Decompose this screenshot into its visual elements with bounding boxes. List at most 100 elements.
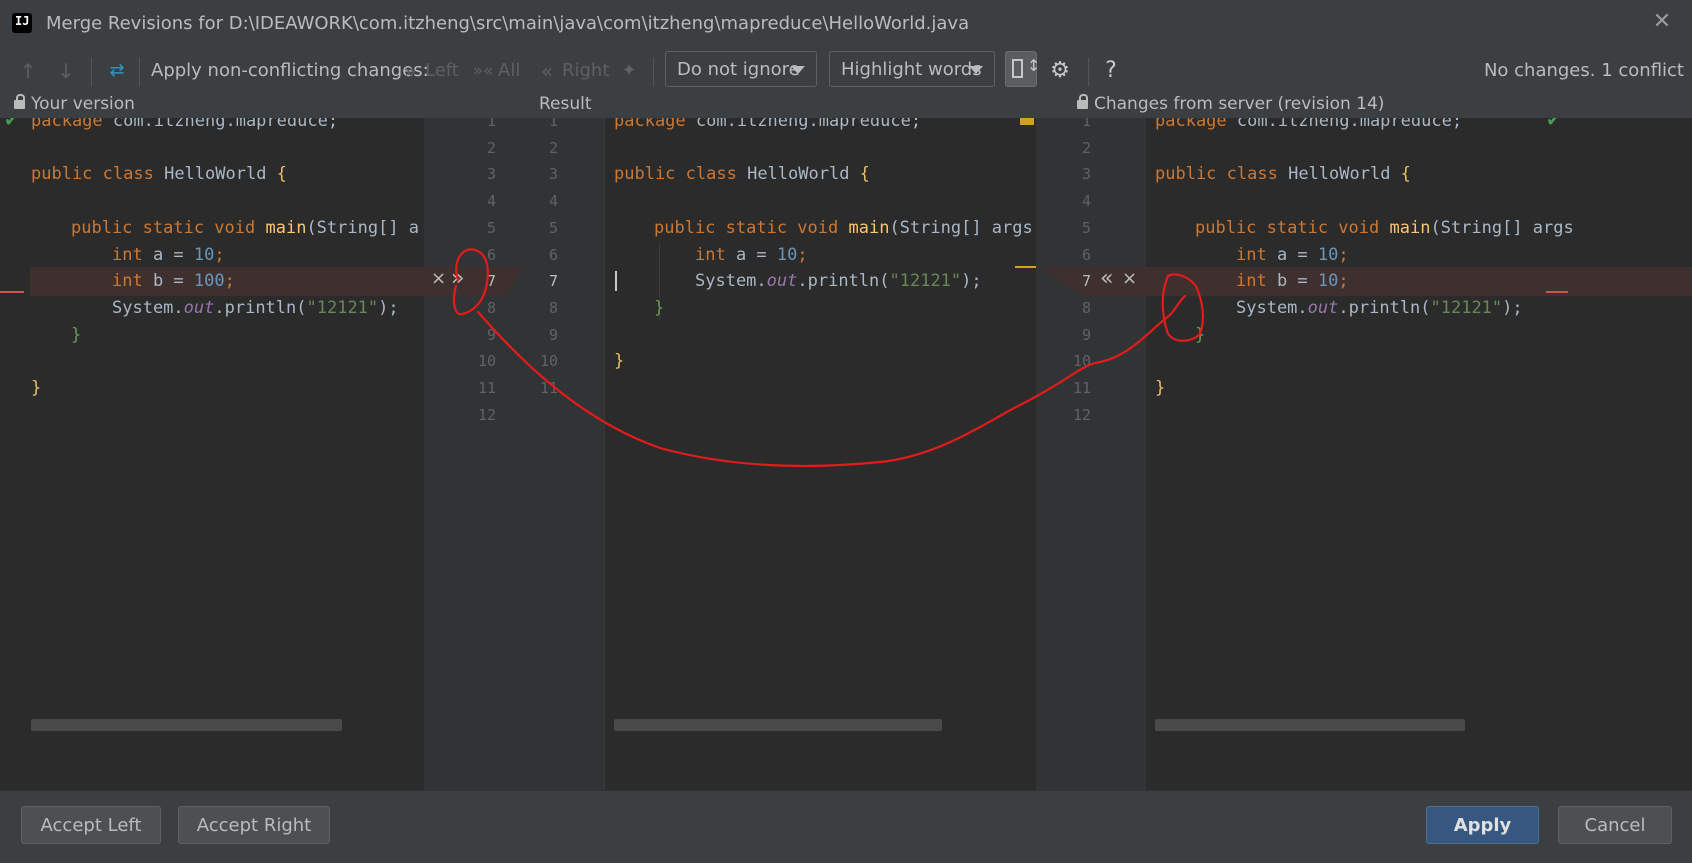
line-number: 3 bbox=[548, 165, 558, 183]
line-number: 8 bbox=[548, 299, 558, 317]
compare-mode-icon[interactable]: ⇄ bbox=[104, 58, 130, 84]
line-number: 8 bbox=[1081, 299, 1091, 317]
line-number: 12 bbox=[477, 406, 496, 424]
synchronize-scrolling-toggle[interactable]: ↕ bbox=[1005, 51, 1041, 87]
code-line-5: public static void main(String[] args) bbox=[654, 218, 1037, 238]
conflict-stripe-marker bbox=[0, 291, 24, 293]
code-line-6: int a = 10; bbox=[1236, 245, 1349, 265]
left-panel-header: Your version bbox=[14, 94, 135, 114]
lock-icon bbox=[14, 94, 25, 109]
line-number: 6 bbox=[548, 246, 558, 264]
code-line-9: } bbox=[71, 325, 82, 345]
code-line-8: System.out.println("12121"); bbox=[112, 298, 399, 318]
apply-right-button[interactable]: Right bbox=[562, 60, 609, 81]
highlighting-mode-select[interactable]: Highlight words bbox=[829, 51, 995, 87]
result-editor[interactable]: package com.itzheng.mapreduce; public cl… bbox=[604, 118, 1037, 790]
code-line-11: } bbox=[31, 378, 42, 398]
line-number: 4 bbox=[1081, 192, 1091, 210]
line-number: 9 bbox=[548, 326, 558, 344]
line-number: 8 bbox=[486, 299, 496, 317]
code-line-11: } bbox=[1155, 378, 1166, 398]
cancel-button[interactable]: Cancel bbox=[1558, 806, 1672, 844]
left-merge-gutter: × » 1 2 3 4 5 6 7 8 9 10 11 12 1 2 3 4 5… bbox=[424, 118, 604, 790]
sync-scroll-columns-icon bbox=[1012, 59, 1023, 78]
apply-left-double-chevron-icon[interactable]: » bbox=[399, 58, 421, 84]
lock-icon bbox=[1077, 94, 1088, 109]
magic-wand-resolve-icon[interactable]: ✦ bbox=[616, 58, 642, 84]
line-number: 6 bbox=[1081, 246, 1091, 264]
sync-scroll-arrows-icon: ↕ bbox=[1027, 56, 1041, 75]
right-panel-title: Changes from server (revision 14) bbox=[1094, 94, 1385, 114]
line-number: 11 bbox=[539, 379, 558, 397]
close-window-icon[interactable]: ✕ bbox=[1650, 10, 1674, 34]
apply-all-chevrons-icon[interactable]: »« bbox=[470, 58, 496, 84]
line-number: 10 bbox=[477, 352, 496, 370]
line-number: 2 bbox=[486, 139, 496, 157]
apply-all-button[interactable]: All bbox=[498, 60, 520, 81]
code-line-7-conflict: int b = 10; bbox=[1236, 271, 1349, 291]
next-difference-arrow-down-icon[interactable]: ↓ bbox=[53, 58, 79, 84]
horizontal-scrollbar[interactable] bbox=[614, 719, 942, 731]
merge-toolbar: ↑ ↓ ⇄ Apply non-conflicting changes: » L… bbox=[0, 46, 1692, 96]
code-line-5: public static void main(String[] a bbox=[71, 218, 420, 238]
apply-left-button[interactable]: Left bbox=[425, 60, 459, 81]
center-panel-title: Result bbox=[539, 94, 592, 114]
line-number: 11 bbox=[1072, 379, 1091, 397]
accept-left-button[interactable]: Accept Left bbox=[21, 806, 161, 844]
apply-right-change-icon[interactable]: « bbox=[1100, 266, 1113, 291]
code-line-3: public class HelloWorld { bbox=[31, 164, 287, 184]
apply-button[interactable]: Apply bbox=[1426, 806, 1539, 844]
code-line-6: int a = 10; bbox=[112, 245, 225, 265]
conflict-stripe-marker bbox=[1546, 291, 1568, 293]
line-number: 11 bbox=[477, 379, 496, 397]
line-number: 7 bbox=[486, 272, 496, 290]
line-number: 2 bbox=[1081, 139, 1091, 157]
whitespace-ignore-value: Do not ignore bbox=[677, 59, 800, 80]
settings-gear-icon[interactable]: ⚙ bbox=[1047, 58, 1073, 84]
horizontal-scrollbar[interactable] bbox=[31, 719, 342, 731]
code-line-8: } bbox=[654, 298, 665, 318]
chevron-down-icon bbox=[791, 66, 805, 74]
dialog-button-bar: Accept Left Accept Right Apply Cancel bbox=[0, 790, 1692, 863]
line-number: 6 bbox=[486, 246, 496, 264]
check-icon: ✔ bbox=[4, 118, 20, 131]
reject-right-change-icon[interactable]: × bbox=[1122, 268, 1137, 289]
conflict-status-square-icon bbox=[1020, 118, 1034, 125]
line-number: 10 bbox=[1072, 352, 1091, 370]
toolbar-separator bbox=[653, 58, 654, 86]
right-panel-header: Changes from server (revision 14) bbox=[1077, 94, 1384, 114]
line-number: 7 bbox=[1081, 272, 1091, 290]
toolbar-separator bbox=[91, 58, 92, 86]
intellij-app-icon: IJ bbox=[10, 11, 34, 35]
line-number: 9 bbox=[1081, 326, 1091, 344]
line-number: 5 bbox=[486, 219, 496, 237]
help-question-icon[interactable]: ? bbox=[1098, 58, 1124, 84]
code-line-3: public class HelloWorld { bbox=[1155, 164, 1411, 184]
text-caret bbox=[615, 271, 617, 291]
toolbar-separator bbox=[1088, 58, 1089, 86]
code-line-1: package com.itzheng.mapreduce; bbox=[31, 118, 339, 131]
apply-right-double-chevron-icon[interactable]: « bbox=[536, 58, 558, 84]
panel-headers: Your version Result Changes from server … bbox=[0, 94, 1692, 119]
code-line-1: package com.itzheng.mapreduce; bbox=[1155, 118, 1463, 131]
line-number: 10 bbox=[539, 352, 558, 370]
code-line-7-conflict: int b = 100; bbox=[112, 271, 235, 291]
right-merge-gutter: 1 2 3 4 5 6 7 8 9 10 11 12 « × bbox=[1036, 118, 1146, 790]
whitespace-ignore-select[interactable]: Do not ignore bbox=[665, 51, 817, 87]
code-line-6: int a = 10; bbox=[695, 245, 808, 265]
horizontal-scrollbar[interactable] bbox=[1155, 719, 1465, 731]
previous-difference-arrow-up-icon[interactable]: ↑ bbox=[15, 58, 41, 84]
line-number: 4 bbox=[548, 192, 558, 210]
reject-left-change-icon[interactable]: × bbox=[431, 268, 446, 289]
window-title-bar: IJ Merge Revisions for D:\IDEAWORK\com.i… bbox=[0, 0, 1692, 47]
code-line-10: } bbox=[614, 351, 625, 371]
highlighting-mode-value: Highlight words bbox=[841, 59, 982, 80]
chevron-down-icon bbox=[969, 66, 983, 74]
right-editor-server-version[interactable]: ✔ package com.itzheng.mapreduce; public … bbox=[1146, 118, 1692, 790]
left-editor-your-version[interactable]: ✔ package com.itzheng.mapreduce; public … bbox=[0, 118, 424, 790]
window-title: Merge Revisions for D:\IDEAWORK\com.itzh… bbox=[46, 13, 970, 34]
accept-right-button[interactable]: Accept Right bbox=[178, 806, 330, 844]
conflict-connector-left bbox=[424, 267, 524, 296]
toolbar-separator bbox=[139, 58, 140, 86]
code-line-3: public class HelloWorld { bbox=[614, 164, 870, 184]
